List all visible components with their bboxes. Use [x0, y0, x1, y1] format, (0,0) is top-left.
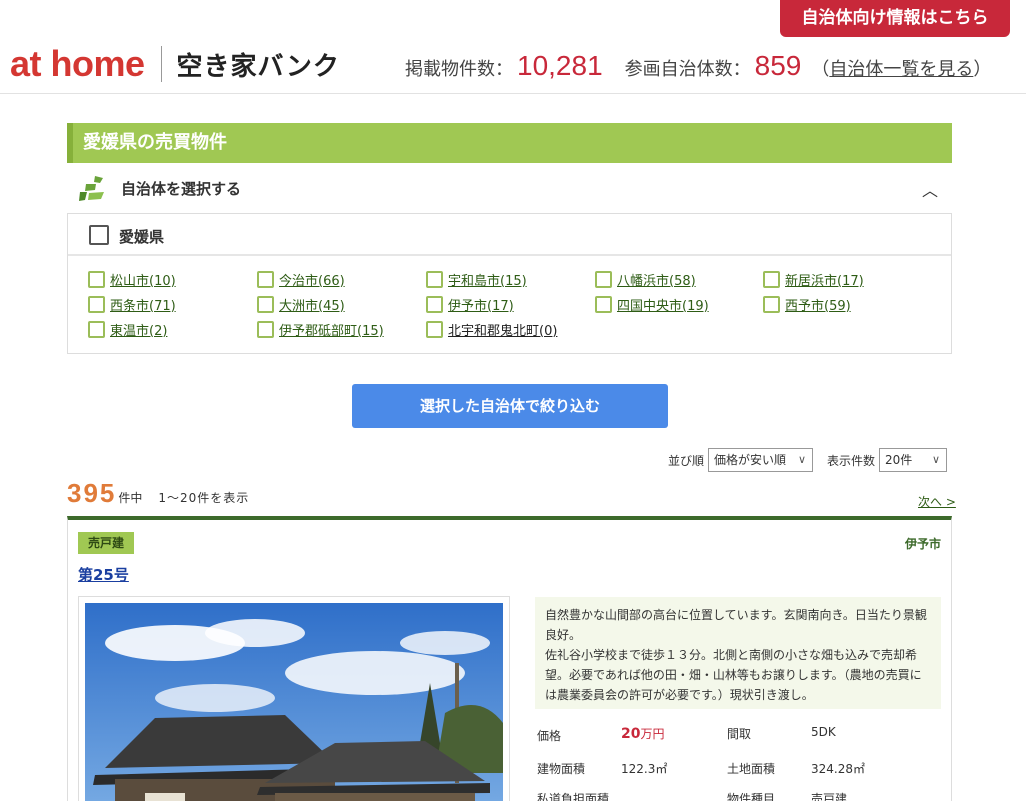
- result-count: 395 件中 1〜20件を表示: [67, 478, 249, 509]
- chevron-up-icon[interactable]: ︿: [922, 177, 938, 201]
- city-link[interactable]: 大洲市(45): [279, 295, 345, 314]
- city-item[interactable]: 北宇和郡鬼北町(0): [426, 319, 557, 339]
- city-link[interactable]: 伊予郡砥部町(15): [279, 320, 384, 339]
- listings-count: 10,281: [517, 50, 603, 81]
- city-link[interactable]: 北宇和郡鬼北町(0): [448, 320, 557, 339]
- prefecture-row: 愛媛県: [68, 214, 951, 256]
- section-title: 愛媛県の売買物件: [67, 123, 952, 163]
- city-link[interactable]: 今治市(66): [279, 270, 345, 289]
- city-item[interactable]: 西予市(59): [763, 294, 851, 314]
- city-checkbox[interactable]: [595, 295, 612, 313]
- city-link[interactable]: 伊予市(17): [448, 295, 514, 314]
- filter-municipalities-button[interactable]: 選択した自治体で絞り込む: [352, 384, 668, 428]
- result-count-number: 395: [67, 478, 117, 508]
- price-unit: 万円: [640, 727, 665, 741]
- municipality-selector-label: 自治体を選択する: [121, 180, 242, 198]
- city-item[interactable]: 伊予市(17): [426, 294, 514, 314]
- city-link[interactable]: 西予市(59): [785, 295, 851, 314]
- akiya-bank-logo: 空き家バンク: [176, 51, 340, 82]
- per-page-select-value: 20件: [885, 453, 913, 467]
- chevron-down-icon: ∨: [931, 453, 941, 466]
- shikoku-map-icon: [79, 176, 104, 201]
- city-link[interactable]: 新居浜市(17): [785, 270, 864, 289]
- result-count-unit: 件中: [118, 491, 143, 505]
- city-checkbox[interactable]: [257, 270, 274, 288]
- prefecture-checkbox[interactable]: [89, 225, 109, 245]
- building-area-label: 建物面積: [537, 762, 586, 776]
- city-link[interactable]: 東温市(2): [110, 320, 167, 339]
- property-city: 伊予市: [904, 537, 941, 551]
- property-title-link[interactable]: 第25号: [78, 564, 129, 585]
- city-checkbox[interactable]: [257, 295, 274, 313]
- city-item[interactable]: 西条市(71): [88, 294, 176, 314]
- municipality-selector-toggle[interactable]: 自治体を選択する ︿: [67, 163, 952, 213]
- athome-logo: at home: [10, 43, 145, 84]
- result-range: 1〜20件を表示: [158, 491, 250, 505]
- layout-label: 間取: [727, 727, 752, 741]
- price-value: 20万円: [621, 725, 665, 742]
- city-link[interactable]: 西条市(71): [110, 295, 176, 314]
- city-item[interactable]: 大洲市(45): [257, 294, 345, 314]
- property-type-badge: 売戸建: [78, 532, 134, 554]
- city-link[interactable]: 八幡浜市(58): [617, 270, 696, 289]
- land-area-label: 土地面積: [727, 762, 776, 776]
- municipalities-count: 859: [754, 50, 802, 81]
- city-item[interactable]: 今治市(66): [257, 269, 345, 289]
- paren-close: ）: [973, 59, 992, 80]
- listings-count-label: 掲載物件数：: [405, 59, 513, 80]
- city-item[interactable]: 松山市(10): [88, 269, 176, 289]
- logo-divider: [160, 46, 162, 82]
- city-item[interactable]: 八幡浜市(58): [595, 269, 696, 289]
- layout-value: 5DK: [811, 725, 836, 739]
- city-checkbox[interactable]: [257, 320, 274, 338]
- property-description: 自然豊かな山間部の高台に位置しています。玄関南向き。日当たり景観良好。 佐礼谷小…: [535, 597, 941, 709]
- house-photo: [85, 603, 503, 801]
- municipalities-count-label: 参画自治体数：: [624, 59, 751, 80]
- city-checkbox[interactable]: [426, 320, 443, 338]
- sort-controls: 並び順 価格が安い順 ∨ 表示件数 20件 ∨: [668, 448, 948, 472]
- per-page-label: 表示件数: [827, 453, 876, 468]
- site-stats: 掲載物件数： 10,281 参画自治体数： 859 （ 自治体一覧を見る ）: [405, 50, 991, 82]
- price-label: 価格: [537, 729, 562, 743]
- building-area-value: 122.3㎡: [621, 762, 668, 776]
- city-item[interactable]: 伊予郡砥部町(15): [257, 319, 384, 339]
- property-description-text: 自然豊かな山間部の高台に位置しています。玄関南向き。日当たり景観良好。 佐礼谷小…: [545, 608, 927, 702]
- property-photo[interactable]: [78, 596, 510, 801]
- chevron-down-icon: ∨: [797, 453, 807, 466]
- site-header: 自治体向け情報はこちら at home 空き家バンク 掲載物件数： 10,281…: [0, 0, 1026, 94]
- city-checkbox[interactable]: [88, 320, 105, 338]
- city-checkbox[interactable]: [426, 295, 443, 313]
- city-item[interactable]: 宇和島市(15): [426, 269, 527, 289]
- city-checkbox[interactable]: [426, 270, 443, 288]
- next-page-link[interactable]: 次へ >: [918, 493, 956, 510]
- city-link[interactable]: 宇和島市(15): [448, 270, 527, 289]
- city-checkbox[interactable]: [763, 295, 780, 313]
- prefecture-label: 愛媛県: [119, 228, 165, 246]
- city-item[interactable]: 四国中央市(19): [595, 294, 709, 314]
- city-checkbox[interactable]: [88, 270, 105, 288]
- sort-label: 並び順: [668, 453, 705, 468]
- city-checkbox[interactable]: [595, 270, 612, 288]
- site-logo[interactable]: at home 空き家バンク: [10, 43, 340, 84]
- land-area-value: 324.28㎡: [811, 762, 865, 776]
- city-item[interactable]: 東温市(2): [88, 319, 167, 339]
- city-item[interactable]: 新居浜市(17): [763, 269, 864, 289]
- city-checkbox[interactable]: [763, 270, 780, 288]
- city-link[interactable]: 四国中央市(19): [617, 295, 709, 314]
- road-area-label: 私道負担面積: [537, 792, 610, 801]
- municipality-info-button[interactable]: 自治体向け情報はこちら: [780, 0, 1010, 37]
- sort-select[interactable]: 価格が安い順 ∨: [708, 448, 814, 472]
- city-link[interactable]: 松山市(10): [110, 270, 176, 289]
- paren-open: （: [811, 59, 830, 80]
- municipality-checklist: 愛媛県 松山市(10) 今治市(66) 宇和島市(15) 八幡浜市(58) 新居…: [67, 213, 952, 354]
- sort-select-value: 価格が安い順: [714, 453, 787, 467]
- city-checkbox[interactable]: [88, 295, 105, 313]
- per-page-select[interactable]: 20件 ∨: [879, 448, 948, 472]
- property-type-value: 売戸建: [811, 792, 848, 801]
- property-card: 売戸建 伊予市 第25号 自然豊かな山間部の高台に位置しています。玄関南向き。日…: [67, 516, 952, 801]
- municipality-list-link[interactable]: 自治体一覧を見る: [829, 55, 973, 81]
- price-amount: 20: [621, 726, 641, 742]
- property-type-label: 物件種目: [727, 792, 776, 801]
